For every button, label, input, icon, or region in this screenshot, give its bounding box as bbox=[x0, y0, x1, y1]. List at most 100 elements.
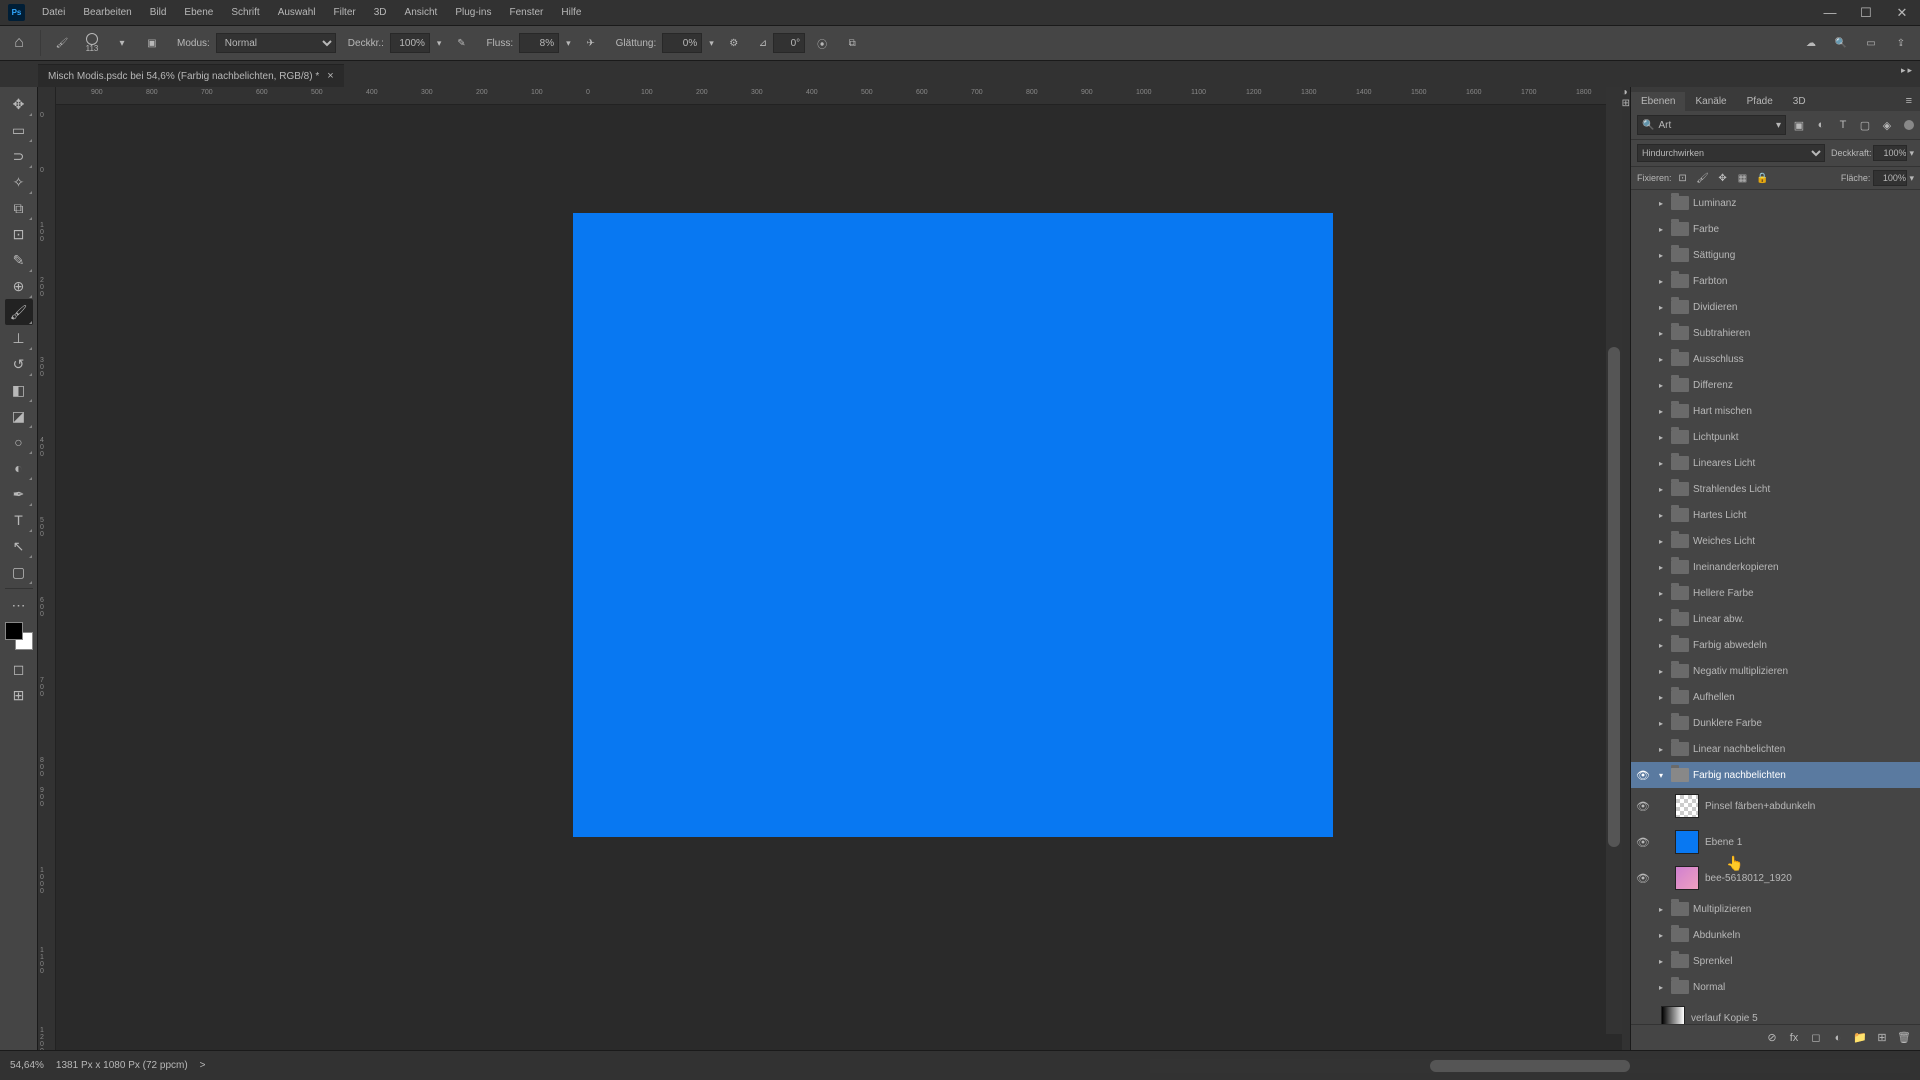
brush-panel-toggle[interactable]: ▣ bbox=[139, 30, 165, 56]
menu-hilfe[interactable]: Hilfe bbox=[552, 2, 590, 23]
expand-toggle[interactable]: ▸ bbox=[1655, 459, 1667, 468]
add-mask-icon[interactable]: ◻ bbox=[1806, 1029, 1826, 1047]
close-tab-button[interactable]: × bbox=[327, 70, 333, 82]
path-select-tool[interactable]: ↖ bbox=[5, 533, 33, 559]
layer-group-row[interactable]: ▸ Hellere Farbe bbox=[1631, 580, 1920, 606]
layer-name[interactable]: Ausschluss bbox=[1693, 354, 1916, 365]
filter-smart-icon[interactable]: ◈ bbox=[1878, 116, 1896, 134]
panel-tab-3d[interactable]: 3D bbox=[1783, 92, 1816, 111]
layer-name[interactable]: Farbig nachbelichten bbox=[1693, 770, 1916, 781]
layer-group-row[interactable]: ▸ Hart mischen bbox=[1631, 398, 1920, 424]
lock-all-icon[interactable]: 🔒 bbox=[1754, 170, 1772, 186]
add-adjustment-icon[interactable]: ◐ bbox=[1828, 1029, 1848, 1047]
layer-group-row[interactable]: ▸Hartes Licht bbox=[1631, 502, 1920, 528]
pressure-size-icon[interactable]: ⦿ bbox=[809, 30, 835, 56]
filter-shape-icon[interactable]: ▢ bbox=[1856, 116, 1874, 134]
layer-group-row[interactable]: ▸ Ausschluss bbox=[1631, 346, 1920, 372]
menu-ebene[interactable]: Ebene bbox=[175, 2, 222, 23]
expand-toggle[interactable]: ▸ bbox=[1655, 905, 1667, 914]
eraser-tool[interactable]: ◧ bbox=[5, 377, 33, 403]
layer-group-row[interactable]: ▸Subtrahieren bbox=[1631, 320, 1920, 346]
new-layer-icon[interactable]: ⊞ bbox=[1872, 1029, 1892, 1047]
expand-toggle[interactable]: ▸ bbox=[1655, 355, 1667, 364]
blur-tool[interactable]: ○ bbox=[5, 429, 33, 455]
expand-toggle[interactable]: ▸ bbox=[1655, 745, 1667, 754]
layer-group-row[interactable]: ▸ Farbe bbox=[1631, 216, 1920, 242]
flow-dropdown[interactable]: ▾ bbox=[563, 38, 574, 49]
crop-tool[interactable]: ⧉ bbox=[5, 195, 33, 221]
frame-tool[interactable]: ⊡ bbox=[5, 221, 33, 247]
dodge-tool[interactable]: ◐ bbox=[5, 455, 33, 481]
smoothing-dropdown[interactable]: ▾ bbox=[706, 38, 717, 49]
document-tab[interactable]: Misch Modis.psdc bei 54,6% (Farbig nachb… bbox=[38, 64, 344, 87]
visibility-toggle[interactable]: 👁 bbox=[1631, 769, 1655, 782]
layer-name[interactable]: Ebene 1 bbox=[1705, 837, 1916, 848]
lasso-tool[interactable]: ⊃ bbox=[5, 143, 33, 169]
layer-group-row[interactable]: ▸Negativ multiplizieren bbox=[1631, 658, 1920, 684]
expand-toggle[interactable]: ▸ bbox=[1655, 277, 1667, 286]
layer-name[interactable]: Weiches Licht bbox=[1693, 536, 1916, 547]
filter-pixel-icon[interactable]: ▣ bbox=[1790, 116, 1808, 134]
layer-name[interactable]: Luminanz bbox=[1693, 198, 1916, 209]
layer-group-row[interactable]: ▸Abdunkeln bbox=[1631, 922, 1920, 948]
layer-group-row[interactable]: ▸Lineares Licht bbox=[1631, 450, 1920, 476]
layer-blendmode-select[interactable]: Hindurchwirken bbox=[1637, 144, 1825, 162]
expand-toggle[interactable]: ▸ bbox=[1655, 381, 1667, 390]
expand-toggle[interactable]: ▸ bbox=[1655, 511, 1667, 520]
expand-toggle[interactable]: ▸ bbox=[1655, 303, 1667, 312]
layer-group-row[interactable]: ▸ Multiplizieren bbox=[1631, 896, 1920, 922]
panel-tab-kanäle[interactable]: Kanäle bbox=[1685, 92, 1736, 111]
collapsed-panel-icon[interactable]: ⊞ bbox=[1622, 98, 1630, 109]
layer-name[interactable]: verlauf Kopie 5 bbox=[1691, 1013, 1916, 1024]
pen-tool[interactable]: ✒ bbox=[5, 481, 33, 507]
expand-toggle[interactable]: ▸ bbox=[1655, 485, 1667, 494]
layer-name[interactable]: Hart mischen bbox=[1693, 406, 1916, 417]
opacity-dropdown[interactable]: ▾ bbox=[434, 38, 445, 49]
layer-name[interactable]: Hellere Farbe bbox=[1693, 588, 1916, 599]
angle-input[interactable] bbox=[773, 33, 805, 53]
airbrush-icon[interactable]: ✈ bbox=[578, 30, 604, 56]
layer-group-row[interactable]: ▸Sättigung bbox=[1631, 242, 1920, 268]
expand-toggle[interactable]: ▸ bbox=[1655, 407, 1667, 416]
heal-tool[interactable]: ⊕ bbox=[5, 273, 33, 299]
layer-group-row[interactable]: ▸Differenz bbox=[1631, 372, 1920, 398]
filter-adjust-icon[interactable]: ◐ bbox=[1812, 116, 1830, 134]
new-group-icon[interactable]: 📁 bbox=[1850, 1029, 1870, 1047]
window-maximize-button[interactable]: ☐ bbox=[1848, 0, 1884, 25]
symmetry-icon[interactable]: ⧉ bbox=[839, 30, 865, 56]
layer-name[interactable]: Farbe bbox=[1693, 224, 1916, 235]
canvas-viewport[interactable] bbox=[56, 105, 1622, 1050]
menu-datei[interactable]: Datei bbox=[33, 2, 74, 23]
layer-effects-icon[interactable]: fx bbox=[1784, 1029, 1804, 1047]
expand-toggle[interactable]: ▸ bbox=[1655, 589, 1667, 598]
layer-name[interactable]: Dunklere Farbe bbox=[1693, 718, 1916, 729]
expand-toggle[interactable]: ▸ bbox=[1655, 537, 1667, 546]
more-tools[interactable]: ⋯ bbox=[5, 592, 33, 618]
blend-mode-select[interactable]: Normal bbox=[216, 33, 336, 53]
layer-group-row[interactable]: ▸Ineinanderkopieren bbox=[1631, 554, 1920, 580]
gradient-tool[interactable]: ◪ bbox=[5, 403, 33, 429]
quickmask-toggle[interactable]: ◻ bbox=[5, 656, 33, 682]
menu-bild[interactable]: Bild bbox=[141, 2, 176, 23]
layer-name[interactable]: Pinsel färben+abdunkeln bbox=[1705, 801, 1916, 812]
window-close-button[interactable]: ✕ bbox=[1884, 0, 1920, 25]
filter-toggle[interactable] bbox=[1904, 120, 1914, 130]
filter-type-icon[interactable]: T bbox=[1834, 116, 1852, 134]
workspace-icon[interactable]: ▭ bbox=[1858, 30, 1884, 56]
opacity-input[interactable] bbox=[390, 33, 430, 53]
expand-toggle[interactable]: ▸ bbox=[1655, 667, 1667, 676]
expand-toggle[interactable]: ▸ bbox=[1655, 225, 1667, 234]
panel-tab-ebenen[interactable]: Ebenen bbox=[1631, 92, 1685, 111]
foreground-color-swatch[interactable] bbox=[5, 622, 23, 640]
layer-group-row[interactable]: ▸Linear abw. bbox=[1631, 606, 1920, 632]
menu-bearbeiten[interactable]: Bearbeiten bbox=[74, 2, 140, 23]
layer-name[interactable]: Multiplizieren bbox=[1693, 904, 1916, 915]
pressure-opacity-icon[interactable]: ✎ bbox=[448, 30, 474, 56]
layer-group-row[interactable]: ▸Sprenkel bbox=[1631, 948, 1920, 974]
expand-toggle[interactable]: ▸ bbox=[1655, 693, 1667, 702]
layer-group-row[interactable]: ▸Normal bbox=[1631, 974, 1920, 1000]
layer-name[interactable]: Ineinanderkopieren bbox=[1693, 562, 1916, 573]
layer-opacity-dropdown[interactable]: ▾ bbox=[1909, 148, 1914, 159]
layer-row[interactable]: 👁Pinsel färben+abdunkeln bbox=[1631, 788, 1920, 824]
layer-group-row[interactable]: ▸Farbton bbox=[1631, 268, 1920, 294]
